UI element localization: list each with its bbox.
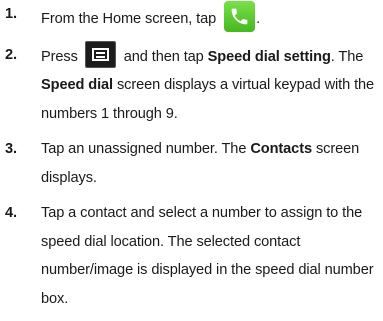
step-text: Tap a contact and select a number to ass… (41, 205, 374, 307)
phone-icon (224, 1, 256, 32)
step-text: Tap an unassigned number. The (41, 141, 247, 157)
menu-key-icon (84, 40, 116, 68)
step-bold-term: Speed dial setting (207, 48, 331, 65)
step-text: Press (41, 48, 78, 65)
step-text: From the Home screen, tap (41, 11, 217, 27)
step-2: 2. Press and then tap Speed dial setting… (0, 40, 383, 129)
step-number: 1. (5, 6, 17, 22)
step-number: 4. (5, 205, 17, 221)
step-4: 4. Tap a contact and select a number to … (0, 199, 383, 313)
step-bold-term: Speed dial (41, 77, 113, 93)
step-text-end: . (256, 11, 261, 27)
menu-icon-frame (91, 47, 109, 61)
step-bold-term: Contacts (250, 141, 312, 157)
step-1: 1. From the Home screen, tap . (0, 0, 383, 34)
instruction-steps: 1. From the Home screen, tap . 2. Press … (0, 0, 383, 313)
step-number: 3. (5, 141, 17, 157)
step-number: 2. (5, 46, 17, 63)
step-text: and then tap (123, 48, 204, 65)
step-text: . The (330, 48, 364, 65)
step-3: 3. Tap an unassigned number. The Contact… (0, 135, 383, 192)
